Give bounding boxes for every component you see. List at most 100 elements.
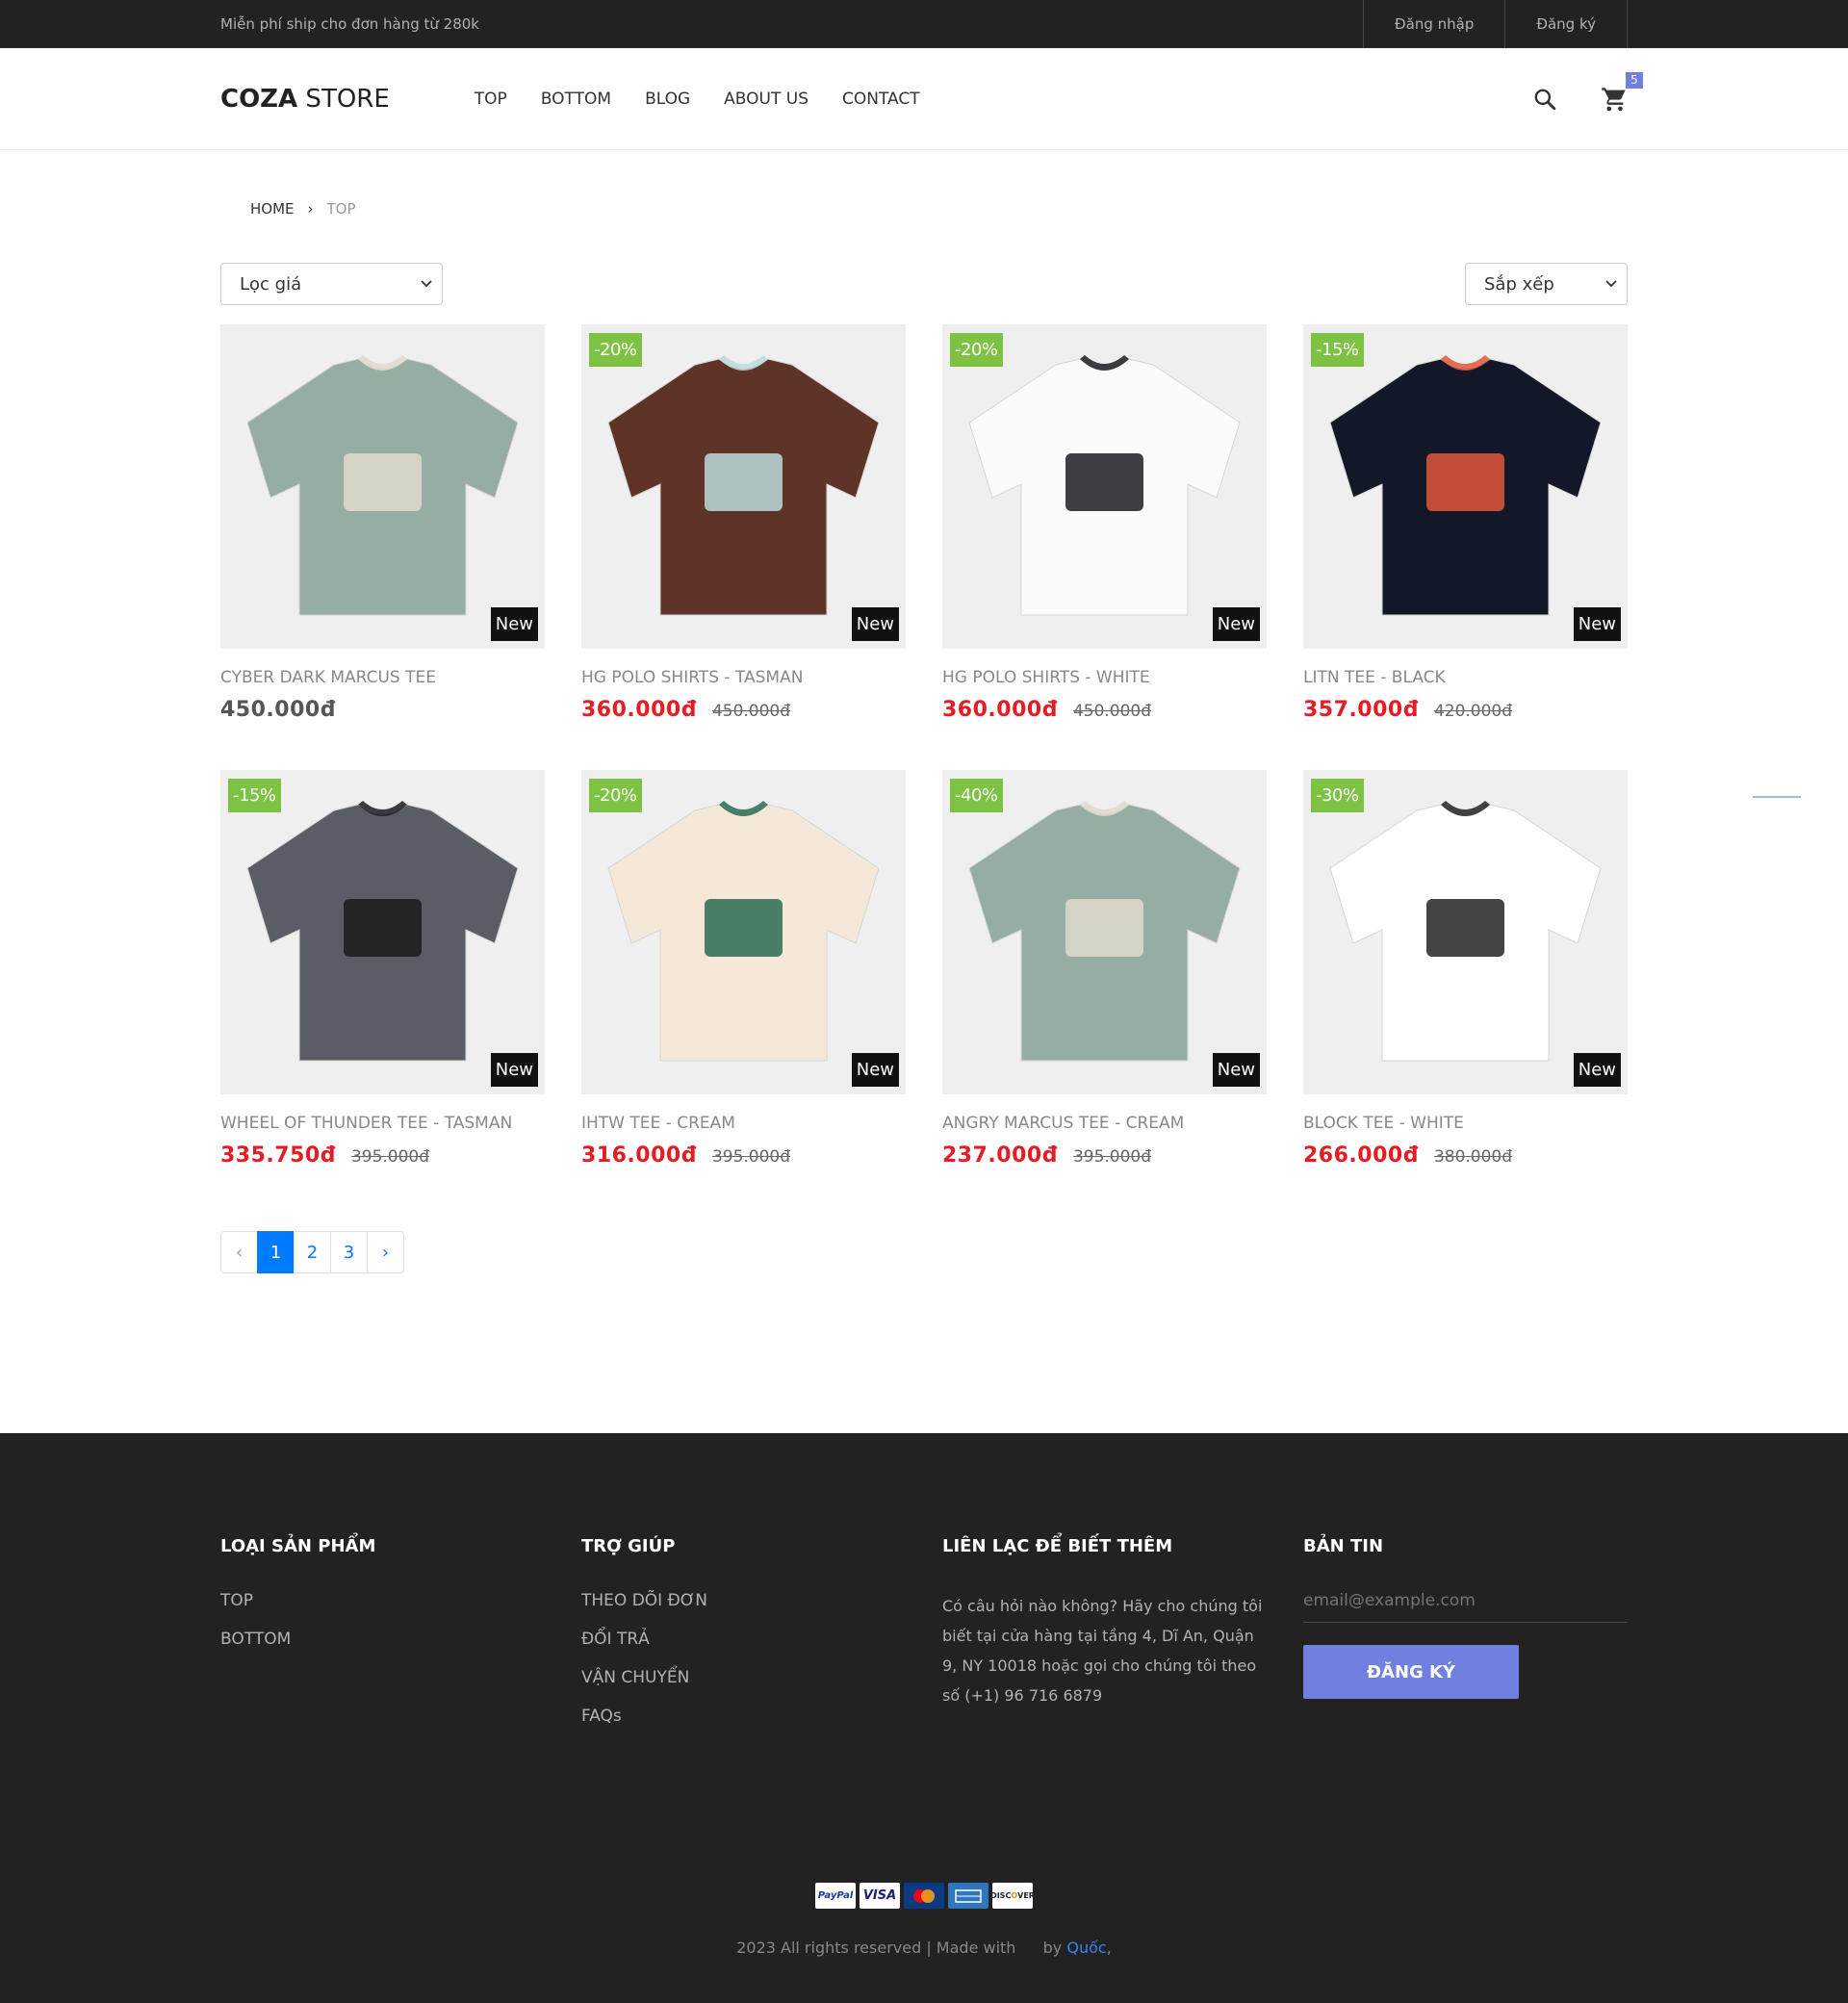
footer-categories: LOẠI SẢN PHẨM TOP BOTTOM <box>220 1536 545 1745</box>
chevron-down-icon <box>1605 277 1617 291</box>
logo[interactable]: COZA STORE <box>220 85 390 114</box>
footer-link-track-order[interactable]: THEO DÕI ĐƠN <box>581 1591 906 1610</box>
pagination-page[interactable]: 3 <box>330 1231 368 1273</box>
product-prices: 266.000đ 380.000đ <box>1303 1143 1628 1168</box>
product-old-price: 450.000đ <box>1072 702 1152 721</box>
product-card[interactable]: -20% New HG POLO SHIRTS - WHITE 360.000đ 450… <box>942 324 1267 770</box>
product-name[interactable]: HG POLO SHIRTS - WHITE <box>942 668 1267 687</box>
sort-select[interactable]: Sắp xếp <box>1465 263 1628 305</box>
newsletter-email-input[interactable] <box>1303 1591 1628 1623</box>
price-filter-value: Lọc giá <box>240 273 302 295</box>
product-card[interactable]: -15% New LITN TEE - BLACK 357.000đ 420.000đ <box>1303 324 1628 770</box>
product-tshirt-image <box>1329 355 1602 616</box>
logo-light: STORE <box>297 84 390 114</box>
product-price: 266.000đ <box>1303 1143 1419 1168</box>
copyright-text: 2023 All rights reserved | Made with <box>736 1939 1016 1957</box>
product-image[interactable]: -20% New <box>942 324 1267 649</box>
product-image[interactable]: -30% New <box>1303 770 1628 1094</box>
discount-badge: -15% <box>1311 333 1364 367</box>
pagination-page[interactable]: 1 <box>257 1231 295 1273</box>
nav-item-top[interactable]: TOP <box>475 90 507 109</box>
product-image[interactable]: -20% New <box>581 324 906 649</box>
cart-icon[interactable]: 5 <box>1601 71 1643 113</box>
new-badge: New <box>1573 1053 1621 1087</box>
product-tshirt-image <box>246 801 519 1062</box>
product-image[interactable]: -15% New <box>220 770 545 1094</box>
footer-newsletter-title: BẢN TIN <box>1303 1536 1384 1556</box>
product-price: 357.000đ <box>1303 698 1419 722</box>
product-name[interactable]: HG POLO SHIRTS - TASMAN <box>581 668 906 687</box>
product-card[interactable]: -40% New ANGRY MARCUS TEE - CREAM 237.000đ 3… <box>942 770 1267 1216</box>
login-link[interactable]: Đăng nhập <box>1363 0 1504 48</box>
nav-item-about[interactable]: ABOUT US <box>724 90 808 109</box>
product-tshirt-image <box>968 355 1241 616</box>
product-image[interactable]: -15% New <box>1303 324 1628 649</box>
footer-link-faqs[interactable]: FAQs <box>581 1707 906 1726</box>
footer-help-title: TRỢ GIÚP <box>581 1536 676 1556</box>
header-icons: 5 <box>1531 48 1643 149</box>
footer-link-shipping[interactable]: VẬN CHUYỂN <box>581 1668 906 1687</box>
product-old-price: 380.000đ <box>1433 1147 1513 1167</box>
nav-item-blog[interactable]: BLOG <box>645 90 690 109</box>
new-badge: New <box>1573 607 1621 641</box>
amex-icon <box>948 1883 988 1909</box>
pagination: ‹ 1 2 3 › <box>220 1231 1628 1273</box>
footer-link-bottom[interactable]: BOTTOM <box>220 1630 545 1649</box>
product-prices: 316.000đ 395.000đ <box>581 1143 906 1168</box>
product-price: 450.000đ <box>220 698 336 722</box>
search-icon[interactable] <box>1531 86 1558 113</box>
product-card[interactable]: -15% New WHEEL OF THUNDER TEE - TASMAN 335.… <box>220 770 545 1216</box>
nav-item-contact[interactable]: CONTACT <box>842 90 920 109</box>
product-image[interactable]: New <box>220 324 545 649</box>
product-name[interactable]: CYBER DARK MARCUS TEE <box>220 668 545 687</box>
discount-badge: -40% <box>950 779 1003 812</box>
visa-icon: VISA <box>860 1883 900 1909</box>
register-link[interactable]: Đăng ký <box>1504 0 1628 48</box>
footer-contact: LIÊN LẠC ĐỂ BIẾT THÊM Có câu hỏi nào khô… <box>942 1536 1267 1745</box>
new-badge: New <box>851 607 899 641</box>
new-badge: New <box>1212 1053 1260 1087</box>
product-card[interactable]: -30% New BLOCK TEE - WHITE 266.000đ 380.000đ <box>1303 770 1628 1216</box>
product-name[interactable]: IHTW TEE - CREAM <box>581 1114 906 1133</box>
product-card[interactable]: -20% New IHTW TEE - CREAM 316.000đ 395.000đ <box>581 770 906 1216</box>
product-old-price: 395.000đ <box>1072 1147 1152 1167</box>
pagination-prev[interactable]: ‹ <box>220 1231 258 1273</box>
new-badge: New <box>851 1053 899 1087</box>
product-tshirt-image <box>246 355 519 616</box>
top-bar: Miễn phí ship cho đơn hàng từ 280k Đăng … <box>0 0 1848 48</box>
author-link[interactable]: Quốc <box>1066 1939 1106 1957</box>
main-nav: TOP BOTTOM BLOG ABOUT US CONTACT <box>475 90 920 109</box>
breadcrumb-home[interactable]: HOME <box>250 200 295 218</box>
product-name[interactable]: ANGRY MARCUS TEE - CREAM <box>942 1114 1267 1133</box>
footer-contact-title: LIÊN LẠC ĐỂ BIẾT THÊM <box>942 1536 1173 1556</box>
product-image[interactable]: -40% New <box>942 770 1267 1094</box>
discount-badge: -15% <box>228 779 281 812</box>
product-name[interactable]: LITN TEE - BLACK <box>1303 668 1628 687</box>
footer-link-top[interactable]: TOP <box>220 1591 545 1610</box>
account-links: Đăng nhập Đăng ký <box>1363 0 1628 48</box>
product-prices: 450.000đ <box>220 698 545 722</box>
product-tshirt-image <box>968 801 1241 1062</box>
pagination-page[interactable]: 2 <box>294 1231 331 1273</box>
product-tshirt-image <box>1329 801 1602 1062</box>
footer-help: TRỢ GIÚP THEO DÕI ĐƠN ĐỔI TRẢ VẬN CHUYỂN… <box>581 1536 906 1745</box>
product-grid: New CYBER DARK MARCUS TEE 450.000đ -20% New H… <box>220 324 1628 1216</box>
discount-badge: -20% <box>589 779 642 812</box>
pagination-next[interactable]: › <box>367 1231 404 1273</box>
price-filter-select[interactable]: Lọc giá <box>220 263 443 305</box>
shipping-notice: Miễn phí ship cho đơn hàng từ 280k <box>220 15 479 33</box>
footer-link-returns[interactable]: ĐỔI TRẢ <box>581 1630 906 1649</box>
new-badge: New <box>490 1053 538 1087</box>
product-name[interactable]: BLOCK TEE - WHITE <box>1303 1114 1628 1133</box>
nav-item-bottom[interactable]: BOTTOM <box>541 90 611 109</box>
product-card[interactable]: New CYBER DARK MARCUS TEE 450.000đ <box>220 324 545 770</box>
product-card[interactable]: -20% New HG POLO SHIRTS - TASMAN 360.000đ 45… <box>581 324 906 770</box>
copyright-by: by <box>1042 1939 1063 1957</box>
chevron-right-icon: › <box>307 200 314 218</box>
product-prices: 335.750đ 395.000đ <box>220 1143 545 1168</box>
product-image[interactable]: -20% New <box>581 770 906 1094</box>
product-price: 360.000đ <box>581 698 697 722</box>
product-name[interactable]: WHEEL OF THUNDER TEE - TASMAN <box>220 1114 545 1133</box>
footer-newsletter: BẢN TIN ĐĂNG KÝ <box>1303 1536 1628 1745</box>
subscribe-button[interactable]: ĐĂNG KÝ <box>1303 1645 1519 1699</box>
